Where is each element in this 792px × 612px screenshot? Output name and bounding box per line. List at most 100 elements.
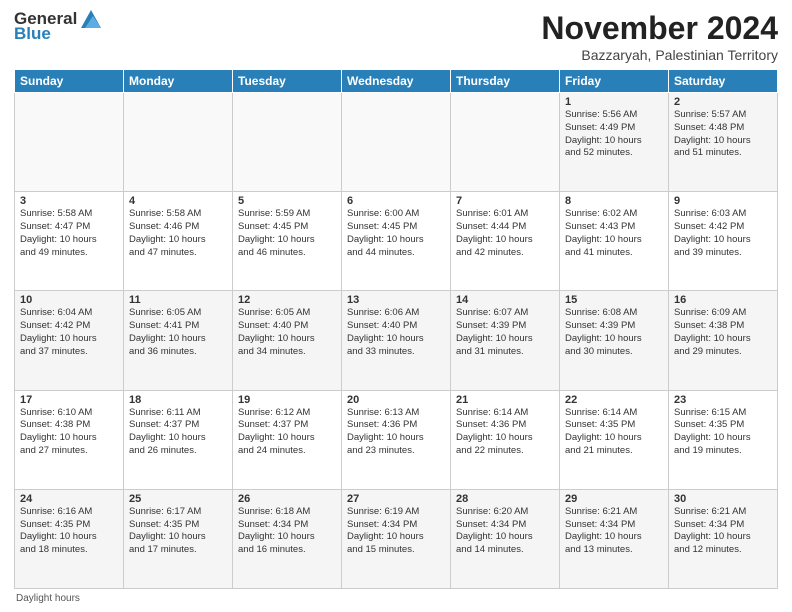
day-info: Sunrise: 6:12 AM Sunset: 4:37 PM Dayligh… bbox=[238, 407, 336, 458]
day-info: Sunrise: 6:18 AM Sunset: 4:34 PM Dayligh… bbox=[238, 506, 336, 557]
calendar-week-2: 3Sunrise: 5:58 AM Sunset: 4:47 PM Daylig… bbox=[15, 192, 778, 291]
calendar-week-1: 1Sunrise: 5:56 AM Sunset: 4:49 PM Daylig… bbox=[15, 93, 778, 192]
day-number: 22 bbox=[565, 394, 663, 406]
footer: Daylight hours bbox=[14, 593, 778, 604]
day-number: 21 bbox=[456, 394, 554, 406]
day-info: Sunrise: 6:07 AM Sunset: 4:39 PM Dayligh… bbox=[456, 307, 554, 358]
col-wednesday: Wednesday bbox=[342, 70, 451, 93]
calendar-cell: 21Sunrise: 6:14 AM Sunset: 4:36 PM Dayli… bbox=[451, 390, 560, 489]
month-title: November 2024 bbox=[541, 10, 778, 47]
location: Bazzaryah, Palestinian Territory bbox=[541, 47, 778, 63]
calendar-cell: 11Sunrise: 6:05 AM Sunset: 4:41 PM Dayli… bbox=[124, 291, 233, 390]
calendar-cell: 30Sunrise: 6:21 AM Sunset: 4:34 PM Dayli… bbox=[669, 489, 778, 588]
day-info: Sunrise: 6:10 AM Sunset: 4:38 PM Dayligh… bbox=[20, 407, 118, 458]
col-monday: Monday bbox=[124, 70, 233, 93]
day-info: Sunrise: 6:15 AM Sunset: 4:35 PM Dayligh… bbox=[674, 407, 772, 458]
calendar-cell: 2Sunrise: 5:57 AM Sunset: 4:48 PM Daylig… bbox=[669, 93, 778, 192]
day-number: 24 bbox=[20, 493, 118, 505]
day-info: Sunrise: 6:00 AM Sunset: 4:45 PM Dayligh… bbox=[347, 208, 445, 259]
day-number: 10 bbox=[20, 294, 118, 306]
day-number: 11 bbox=[129, 294, 227, 306]
day-info: Sunrise: 5:58 AM Sunset: 4:46 PM Dayligh… bbox=[129, 208, 227, 259]
day-number: 26 bbox=[238, 493, 336, 505]
calendar-cell: 6Sunrise: 6:00 AM Sunset: 4:45 PM Daylig… bbox=[342, 192, 451, 291]
logo-blue: Blue bbox=[14, 25, 51, 44]
day-info: Sunrise: 6:21 AM Sunset: 4:34 PM Dayligh… bbox=[674, 506, 772, 557]
calendar-cell: 18Sunrise: 6:11 AM Sunset: 4:37 PM Dayli… bbox=[124, 390, 233, 489]
day-info: Sunrise: 6:03 AM Sunset: 4:42 PM Dayligh… bbox=[674, 208, 772, 259]
calendar-cell: 12Sunrise: 6:05 AM Sunset: 4:40 PM Dayli… bbox=[233, 291, 342, 390]
calendar-cell: 8Sunrise: 6:02 AM Sunset: 4:43 PM Daylig… bbox=[560, 192, 669, 291]
calendar-cell: 28Sunrise: 6:20 AM Sunset: 4:34 PM Dayli… bbox=[451, 489, 560, 588]
day-number: 13 bbox=[347, 294, 445, 306]
calendar-cell bbox=[233, 93, 342, 192]
day-number: 23 bbox=[674, 394, 772, 406]
calendar-cell: 25Sunrise: 6:17 AM Sunset: 4:35 PM Dayli… bbox=[124, 489, 233, 588]
header: General Blue November 2024 Bazzaryah, Pa… bbox=[14, 10, 778, 63]
day-info: Sunrise: 6:14 AM Sunset: 4:36 PM Dayligh… bbox=[456, 407, 554, 458]
day-info: Sunrise: 6:13 AM Sunset: 4:36 PM Dayligh… bbox=[347, 407, 445, 458]
calendar-cell: 4Sunrise: 5:58 AM Sunset: 4:46 PM Daylig… bbox=[124, 192, 233, 291]
calendar-cell: 14Sunrise: 6:07 AM Sunset: 4:39 PM Dayli… bbox=[451, 291, 560, 390]
calendar-cell: 22Sunrise: 6:14 AM Sunset: 4:35 PM Dayli… bbox=[560, 390, 669, 489]
calendar-cell: 17Sunrise: 6:10 AM Sunset: 4:38 PM Dayli… bbox=[15, 390, 124, 489]
calendar-cell: 5Sunrise: 5:59 AM Sunset: 4:45 PM Daylig… bbox=[233, 192, 342, 291]
day-info: Sunrise: 6:05 AM Sunset: 4:40 PM Dayligh… bbox=[238, 307, 336, 358]
day-number: 16 bbox=[674, 294, 772, 306]
day-info: Sunrise: 6:16 AM Sunset: 4:35 PM Dayligh… bbox=[20, 506, 118, 557]
day-info: Sunrise: 6:06 AM Sunset: 4:40 PM Dayligh… bbox=[347, 307, 445, 358]
day-number: 25 bbox=[129, 493, 227, 505]
day-info: Sunrise: 6:14 AM Sunset: 4:35 PM Dayligh… bbox=[565, 407, 663, 458]
day-number: 5 bbox=[238, 195, 336, 207]
calendar-cell: 29Sunrise: 6:21 AM Sunset: 4:34 PM Dayli… bbox=[560, 489, 669, 588]
day-info: Sunrise: 6:09 AM Sunset: 4:38 PM Dayligh… bbox=[674, 307, 772, 358]
day-number: 8 bbox=[565, 195, 663, 207]
daylight-label: Daylight hours bbox=[16, 593, 80, 604]
day-info: Sunrise: 6:19 AM Sunset: 4:34 PM Dayligh… bbox=[347, 506, 445, 557]
calendar-cell: 7Sunrise: 6:01 AM Sunset: 4:44 PM Daylig… bbox=[451, 192, 560, 291]
day-number: 19 bbox=[238, 394, 336, 406]
day-info: Sunrise: 5:56 AM Sunset: 4:49 PM Dayligh… bbox=[565, 109, 663, 160]
day-info: Sunrise: 6:11 AM Sunset: 4:37 PM Dayligh… bbox=[129, 407, 227, 458]
calendar-cell: 23Sunrise: 6:15 AM Sunset: 4:35 PM Dayli… bbox=[669, 390, 778, 489]
logo-icon bbox=[81, 10, 101, 28]
calendar-cell bbox=[124, 93, 233, 192]
calendar-cell bbox=[342, 93, 451, 192]
day-info: Sunrise: 6:17 AM Sunset: 4:35 PM Dayligh… bbox=[129, 506, 227, 557]
calendar-cell: 24Sunrise: 6:16 AM Sunset: 4:35 PM Dayli… bbox=[15, 489, 124, 588]
day-number: 7 bbox=[456, 195, 554, 207]
calendar-cell: 20Sunrise: 6:13 AM Sunset: 4:36 PM Dayli… bbox=[342, 390, 451, 489]
day-number: 28 bbox=[456, 493, 554, 505]
day-info: Sunrise: 6:21 AM Sunset: 4:34 PM Dayligh… bbox=[565, 506, 663, 557]
day-info: Sunrise: 6:05 AM Sunset: 4:41 PM Dayligh… bbox=[129, 307, 227, 358]
day-info: Sunrise: 6:01 AM Sunset: 4:44 PM Dayligh… bbox=[456, 208, 554, 259]
calendar-week-3: 10Sunrise: 6:04 AM Sunset: 4:42 PM Dayli… bbox=[15, 291, 778, 390]
day-number: 29 bbox=[565, 493, 663, 505]
calendar-cell bbox=[15, 93, 124, 192]
day-info: Sunrise: 5:58 AM Sunset: 4:47 PM Dayligh… bbox=[20, 208, 118, 259]
day-info: Sunrise: 6:20 AM Sunset: 4:34 PM Dayligh… bbox=[456, 506, 554, 557]
calendar-cell bbox=[451, 93, 560, 192]
col-tuesday: Tuesday bbox=[233, 70, 342, 93]
calendar-cell: 27Sunrise: 6:19 AM Sunset: 4:34 PM Dayli… bbox=[342, 489, 451, 588]
day-number: 30 bbox=[674, 493, 772, 505]
day-number: 2 bbox=[674, 96, 772, 108]
header-row: Sunday Monday Tuesday Wednesday Thursday… bbox=[15, 70, 778, 93]
col-saturday: Saturday bbox=[669, 70, 778, 93]
calendar-table: Sunday Monday Tuesday Wednesday Thursday… bbox=[14, 69, 778, 589]
day-info: Sunrise: 6:04 AM Sunset: 4:42 PM Dayligh… bbox=[20, 307, 118, 358]
day-number: 9 bbox=[674, 195, 772, 207]
day-info: Sunrise: 6:02 AM Sunset: 4:43 PM Dayligh… bbox=[565, 208, 663, 259]
col-friday: Friday bbox=[560, 70, 669, 93]
day-number: 3 bbox=[20, 195, 118, 207]
day-number: 20 bbox=[347, 394, 445, 406]
day-info: Sunrise: 5:59 AM Sunset: 4:45 PM Dayligh… bbox=[238, 208, 336, 259]
calendar-week-4: 17Sunrise: 6:10 AM Sunset: 4:38 PM Dayli… bbox=[15, 390, 778, 489]
title-block: November 2024 Bazzaryah, Palestinian Ter… bbox=[541, 10, 778, 63]
day-number: 1 bbox=[565, 96, 663, 108]
calendar-cell: 1Sunrise: 5:56 AM Sunset: 4:49 PM Daylig… bbox=[560, 93, 669, 192]
logo: General Blue bbox=[14, 10, 101, 43]
calendar-week-5: 24Sunrise: 6:16 AM Sunset: 4:35 PM Dayli… bbox=[15, 489, 778, 588]
day-number: 6 bbox=[347, 195, 445, 207]
calendar-cell: 3Sunrise: 5:58 AM Sunset: 4:47 PM Daylig… bbox=[15, 192, 124, 291]
